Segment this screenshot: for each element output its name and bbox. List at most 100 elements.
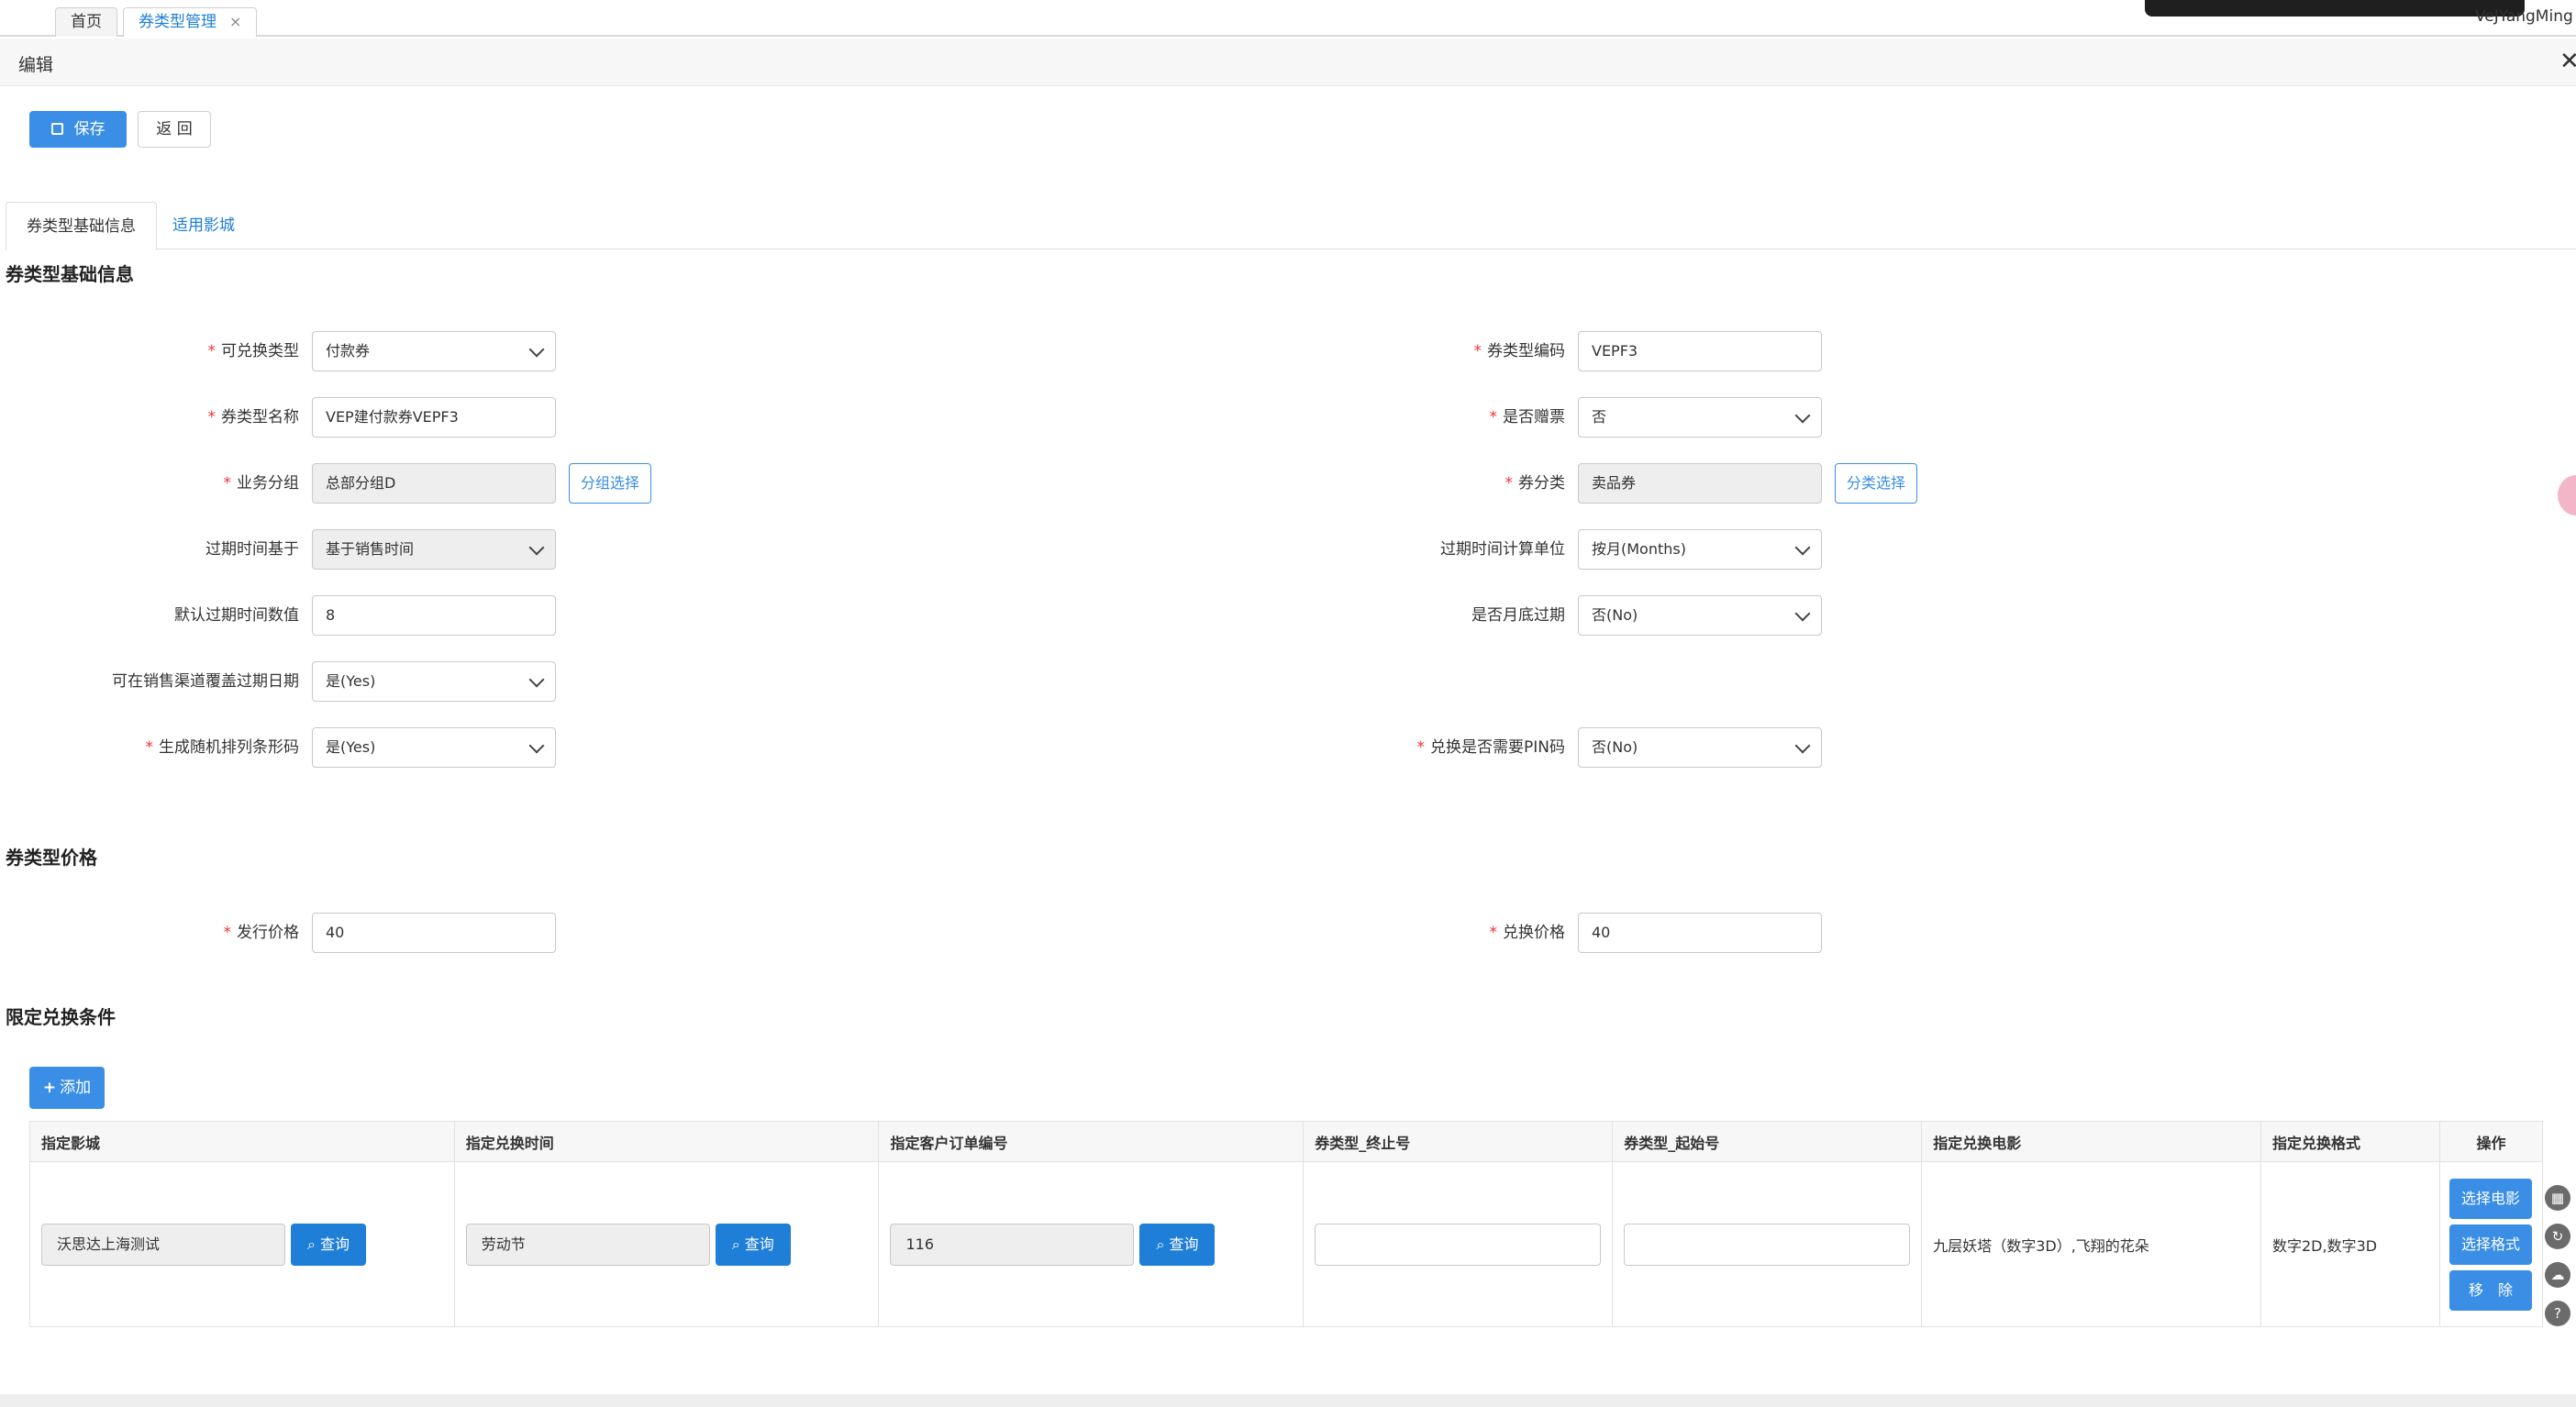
column-header: 券类型_起始号 [1612,1121,1923,1162]
table-row: 沃思达上海测试 ⌕ 查询 劳动节 ⌕ 查询 116 ⌕ 查询 九层妖塔（数字3D）,飞… [29,1161,2544,1327]
start-no-cell [1612,1161,1923,1327]
required-mark: * [1473,342,1482,360]
label-text: 业务分组 [237,474,299,493]
required-mark: * [1416,738,1426,757]
column-header: 指定兑换电影 [1921,1121,2261,1162]
tab-home-label: 首页 [71,13,102,31]
default-expire-label: 默认过期时间数值 [174,606,299,625]
add-condition-button[interactable]: + 添加 [29,1067,105,1109]
table-header-row: 指定影城 指定兑换时间 指定客户订单编号 券类型_终止号 券类型_起始号 指定兑… [29,1121,2544,1162]
label-text: 券分类 [1518,474,1565,493]
tab-home[interactable]: 首页 [55,7,117,37]
label-text: 兑换价格 [1503,924,1565,942]
save-button[interactable]: 保存 [29,111,127,148]
save-label: 保存 [73,120,105,138]
override-expire-select[interactable]: 是(Yes) [312,661,556,702]
category-input: 卖品券 [1578,463,1822,504]
ops-cell: 选择电影 选择格式 移 除 [2438,1161,2544,1327]
save-icon [50,123,63,135]
expire-unit-select[interactable]: 按月(Months) [1578,529,1822,570]
column-header: 指定兑换时间 [453,1121,880,1162]
query-button[interactable]: ⌕ 查询 [715,1223,791,1266]
tab-label: 券类型管理 [139,13,217,31]
category-label: * 券分类 [1271,463,1566,504]
conditions-table: 指定影城 指定兑换时间 指定客户订单编号 券类型_终止号 券类型_起始号 指定兑… [29,1121,2544,1327]
label-text: 券类型编码 [1487,342,1565,360]
label-text: 是否赠票 [1503,408,1565,427]
floating-toolbar: ▦ ↻ ☁ ? [2545,1185,2570,1339]
section-basic-title: 券类型基础信息 [6,263,134,285]
random-barcode-label: * 生成随机排列条形码 [6,727,300,768]
close-icon[interactable]: × [229,13,241,30]
type-code-input[interactable]: VEPF3 [1578,331,1822,371]
query-button[interactable]: ⌕ 查询 [291,1223,366,1266]
category-select-button[interactable]: 分类选择 [1835,463,1918,504]
label-text: 发行价格 [237,924,299,942]
section-price-title: 券类型价格 [6,847,97,869]
type-code-label: * 券类型编码 [1271,331,1566,371]
refresh-icon[interactable]: ↻ [2545,1224,2570,1249]
remove-button[interactable]: 移 除 [2448,1269,2532,1311]
exchange-type-label: * 可兑换类型 [6,331,300,371]
start-no-input[interactable] [1624,1223,1911,1266]
query-label: 查询 [320,1235,350,1253]
month-end-select[interactable]: 否(No) [1578,595,1822,636]
expire-base-select[interactable]: 基于销售时间 [312,529,556,570]
time-cell: 劳动节 ⌕ 查询 [453,1161,880,1327]
default-expire-input[interactable]: 8 [312,595,556,636]
user-menu[interactable]: VeJYangMing [2475,7,2573,26]
cloud-upload-icon[interactable]: ☁ [2545,1262,2570,1288]
required-mark: * [1489,408,1498,427]
page-tab-bar: 首页 券类型管理 × VeJYangMing [0,0,2576,37]
search-icon: ⌕ [1156,1235,1170,1253]
end-no-cell [1303,1161,1614,1327]
help-icon[interactable]: ? [2545,1301,2570,1326]
select-format-button[interactable]: 选择格式 [2448,1224,2532,1265]
type-name-input[interactable]: VEP建付款券VEPF3 [312,397,556,438]
column-header: 券类型_终止号 [1303,1121,1614,1162]
random-barcode-select[interactable]: 是(Yes) [312,727,556,768]
label-text: 可兑换类型 [221,342,299,360]
search-icon: ⌕ [731,1235,745,1253]
plus-icon: + [42,1079,57,1097]
add-label: 添加 [60,1079,92,1097]
exchange-price-input[interactable]: 40 [1578,913,1822,953]
cinema-cell: 沃思达上海测试 ⌕ 查询 [29,1161,455,1327]
tab-applicable-cinemas[interactable]: 适用影城 [152,202,255,250]
tab-basic-info[interactable]: 券类型基础信息 [6,202,157,250]
order-input: 116 [890,1223,1135,1266]
business-group-input: 总部分组D [312,463,556,504]
override-expire-label: 可在销售渠道覆盖过期日期 [112,672,299,691]
end-no-input[interactable] [1315,1223,1602,1266]
issue-price-label: * 发行价格 [6,913,300,953]
group-select-button[interactable]: 分组选择 [569,463,652,504]
business-group-label: * 业务分组 [6,463,300,504]
form-tabs: 券类型基础信息 适用影城 [6,202,2576,250]
required-mark: * [207,408,217,427]
tab-coupon-type-management[interactable]: 券类型管理 × [123,7,258,37]
select-movie-button[interactable]: 选择电影 [2448,1178,2532,1219]
label-text: 兑换是否需要PIN码 [1430,738,1565,757]
type-name-label: * 券类型名称 [6,397,300,438]
search-icon: ⌕ [306,1235,321,1253]
back-button[interactable]: 返 回 [138,111,211,148]
movies-cell: 九层妖塔（数字3D）,飞翔的花朵 [1921,1161,2261,1327]
required-mark: * [1505,474,1514,493]
table-icon[interactable]: ▦ [2545,1185,2570,1211]
need-pin-select[interactable]: 否(No) [1578,727,1822,768]
column-header: 操作 [2438,1121,2544,1162]
column-header: 指定客户订单编号 [878,1121,1305,1162]
section-conditions-title: 限定兑换条件 [6,1006,116,1028]
required-mark: * [207,342,217,360]
notification-bar [2145,0,2525,17]
is-gift-select[interactable]: 否 [1578,397,1822,438]
month-end-label: 是否月底过期 [1471,606,1565,625]
label-text: 生成随机排列条形码 [159,738,299,757]
column-header: 指定兑换格式 [2260,1121,2440,1162]
required-mark: * [145,738,154,757]
query-button[interactable]: ⌕ 查询 [1139,1223,1216,1266]
label-text: 券类型名称 [221,408,299,427]
close-icon[interactable]: ✕ [2559,48,2576,75]
issue-price-input[interactable]: 40 [312,913,556,953]
exchange-type-select[interactable]: 付款券 [312,331,556,371]
